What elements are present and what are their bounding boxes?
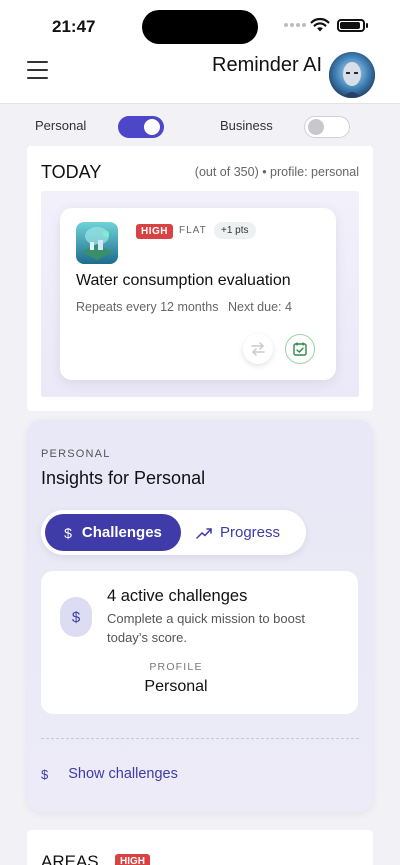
schedule-task-button[interactable] [285,334,315,364]
areas-card: AREAS HIGH [27,830,373,865]
trend-chart-icon [196,527,212,539]
task-title: Water consumption evaluation [76,272,291,289]
tab-progress-label: Progress [220,524,281,541]
insights-title: Insights for Personal [41,468,206,488]
app-header: Reminder AI [0,52,400,104]
swap-arrows-icon [251,342,265,356]
app-title: Reminder AI [212,54,323,76]
today-card: TODAY (out of 350) • profile: personal H… [27,146,373,411]
swap-task-button[interactable] [243,334,273,364]
today-title: TODAY [41,162,102,182]
task-repeat-text: Repeats every 12 months [76,300,219,314]
personal-toggle[interactable] [118,116,164,138]
dynamic-island [142,10,258,44]
tab-challenges-label: Challenges [81,524,162,541]
challenge-description: Complete a quick mission to boost today’… [107,611,305,645]
profile-toggle-row: Personal Business [0,105,400,145]
challenge-profile-value: Personal [144,678,208,695]
insights-kicker: PERSONAL [41,448,111,460]
status-time: 21:47 [52,17,96,36]
areas-priority-badge: HIGH [115,854,150,865]
dollar-icon: $ [64,524,72,541]
battery-icon [337,19,368,32]
tab-progress[interactable]: Progress [196,514,302,551]
task-card[interactable]: HIGH FLAT +1 pts Water consumption evalu… [60,208,336,380]
dollar-icon: $ [60,597,92,637]
business-toggle[interactable] [304,116,350,138]
today-meta: (out of 350) • profile: personal [194,165,359,179]
task-type-label: FLAT [179,225,207,236]
challenge-summary-card: $ 4 active challenges Complete a quick m… [41,571,358,714]
status-bar: 21:47 [0,0,400,52]
tab-challenges[interactable]: $ Challenges [45,514,181,551]
calendar-check-icon [293,342,307,356]
challenge-profile-label: PROFILE [149,661,203,673]
personal-toggle-label: Personal [35,118,87,133]
avatar[interactable] [329,52,375,98]
points-badge: +1 pts [214,222,256,239]
hamburger-menu-icon[interactable] [27,61,48,81]
task-next-due: Next due: 4 [228,300,292,314]
challenge-count: 4 active challenges [107,587,248,605]
dollar-icon: $ [41,766,49,782]
cellular-signal-icon [284,23,306,27]
avatar-icon [329,52,375,98]
task-thumbnail-icon [76,222,118,264]
divider [41,738,359,739]
today-task-area: HIGH FLAT +1 pts Water consumption evalu… [41,191,359,397]
business-toggle-label: Business [220,118,273,133]
areas-title: AREAS [41,852,99,865]
insights-card: PERSONAL Insights for Personal $ Challen… [27,420,373,812]
show-challenges-link[interactable]: $ Show challenges [41,766,178,782]
wifi-icon [310,17,330,32]
priority-badge: HIGH [136,224,173,239]
insights-segmented-control: $ Challenges Progress [41,510,306,555]
show-challenges-label: Show challenges [68,766,178,782]
